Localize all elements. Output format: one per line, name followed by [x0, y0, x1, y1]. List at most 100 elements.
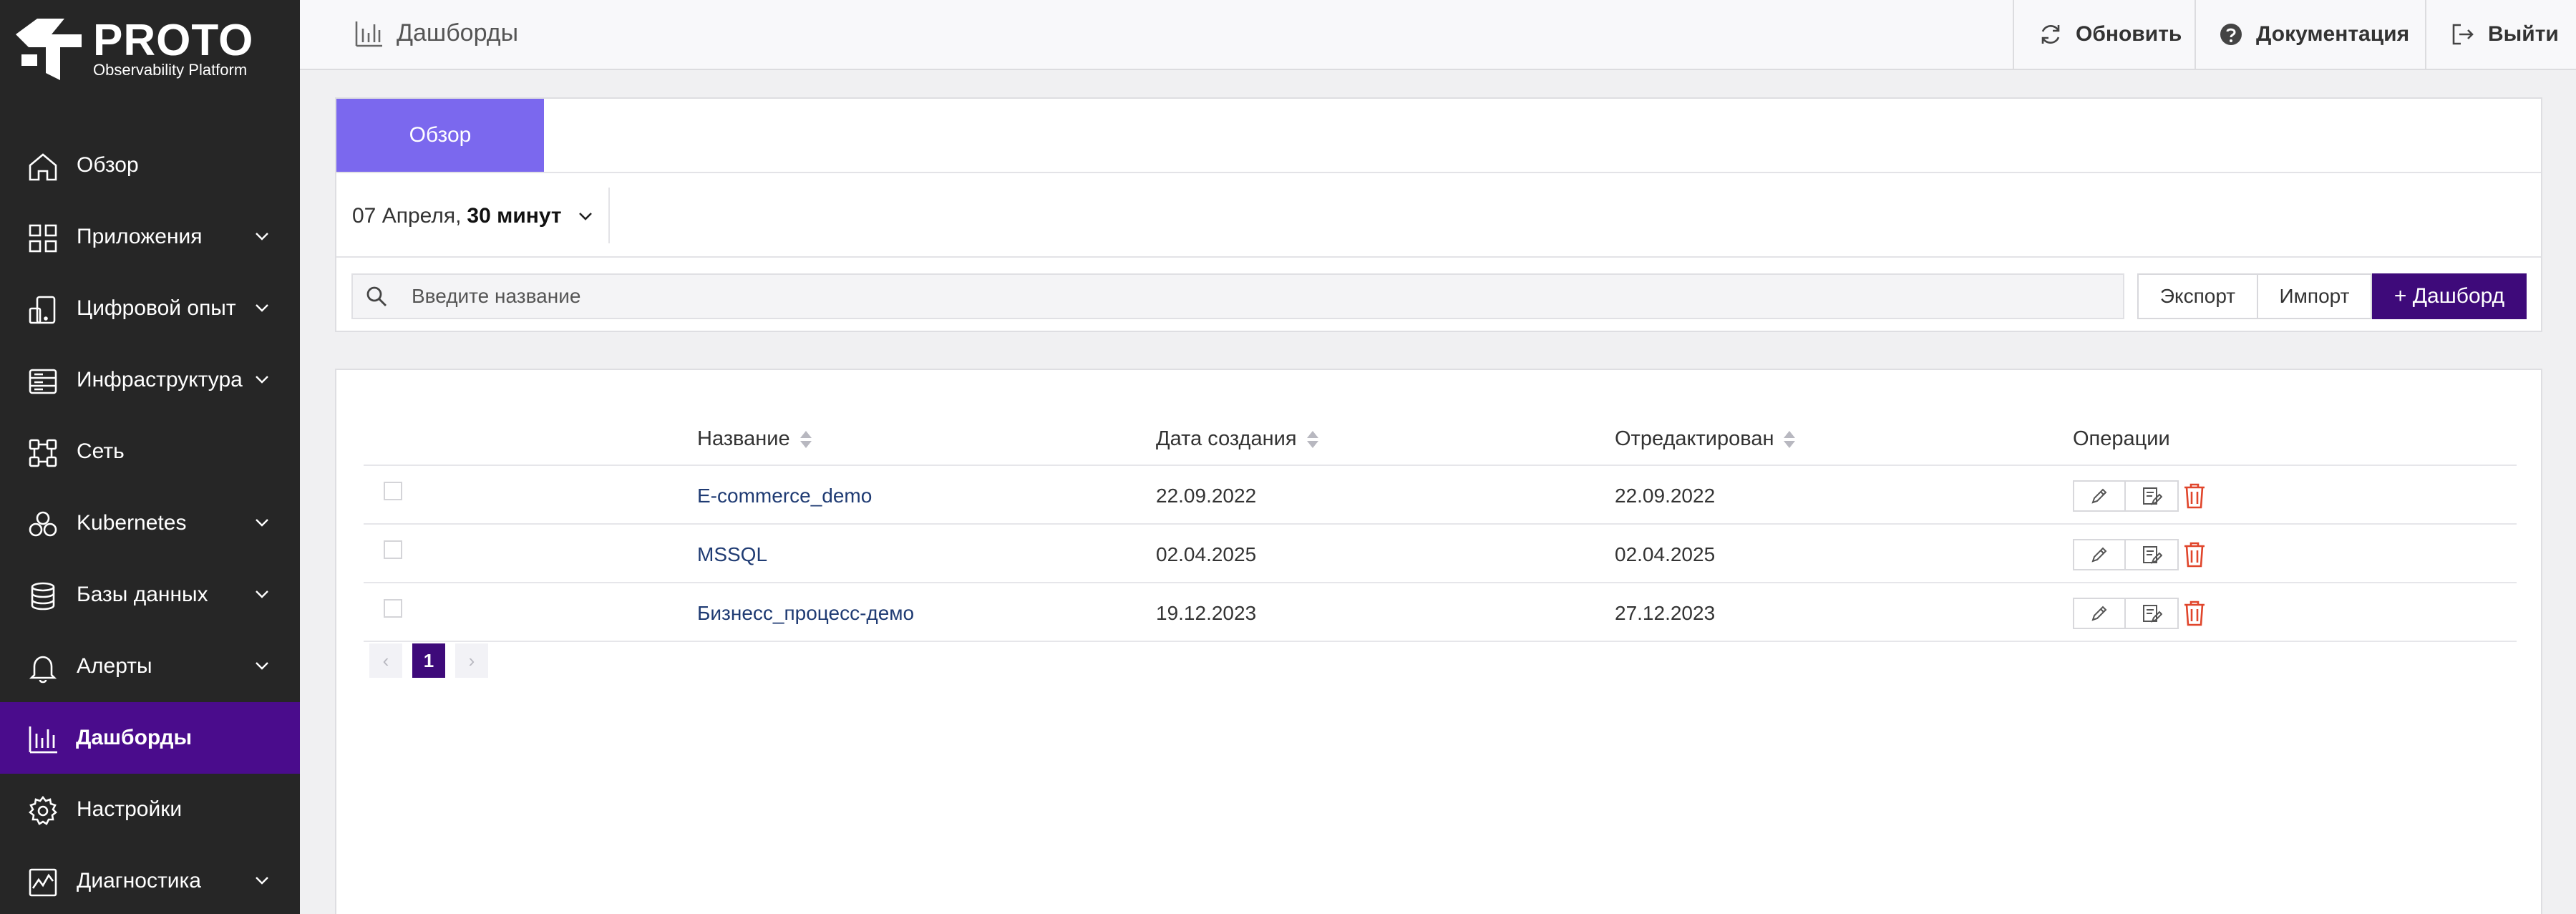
apps-grid-icon [29, 224, 57, 253]
sidebar-item-applications[interactable]: Приложения [0, 201, 300, 273]
document-edit-icon [2143, 546, 2162, 564]
next-page-button[interactable]: › [455, 643, 488, 678]
add-dashboard-button[interactable]: + Дашборд [2372, 273, 2527, 319]
sidebar-item-alerts[interactable]: Алерты [0, 631, 300, 702]
kubernetes-icon [29, 511, 57, 537]
sidebar-item-label: Базы данных [77, 583, 208, 606]
logout-button[interactable]: Выйти [2425, 0, 2576, 69]
dashboard-controls-panel: Обзор 07 Апреля, 30 минут Экспорт Импорт… [335, 97, 2542, 332]
database-icon [31, 582, 55, 611]
prev-page-button[interactable]: ‹ [369, 643, 402, 678]
sidebar-item-label: Приложения [77, 225, 203, 248]
sidebar-item-overview[interactable]: Обзор [0, 130, 300, 201]
time-range-row: 07 Апреля, 30 минут [336, 173, 2541, 258]
sort-icon[interactable] [799, 429, 812, 449]
chevron-down-icon [256, 376, 268, 384]
time-range-picker[interactable]: 07 Апреля, 30 минут [352, 200, 593, 232]
sidebar: PROTO Observability Platform Обзор Прило… [0, 0, 300, 914]
sidebar-nav: Обзор Приложения Цифровой опыт Инфрастру… [0, 130, 300, 914]
time-range-date: 07 Апреля, [352, 204, 462, 228]
sidebar-item-dashboards[interactable]: Дашборды [0, 702, 300, 774]
sidebar-item-databases[interactable]: Базы данных [0, 559, 300, 631]
edited-date: 27.12.2023 [1615, 602, 1716, 624]
bar-chart-icon [355, 21, 382, 47]
divider [608, 188, 610, 243]
edit-button[interactable] [2073, 480, 2126, 512]
refresh-label: Обновить [2076, 22, 2182, 46]
chevron-down-icon [256, 519, 268, 527]
table-row: E-commerce_demo 22.09.2022 22.09.2022 [364, 466, 2517, 525]
row-checkbox[interactable] [384, 540, 402, 559]
column-header-created[interactable]: Дата создания [1156, 427, 1318, 451]
copy-edit-button[interactable] [2126, 598, 2179, 629]
sidebar-item-network[interactable]: Сеть [0, 416, 300, 487]
delete-button[interactable] [2179, 539, 2210, 570]
dashboard-name-link[interactable]: E-commerce_demo [697, 485, 872, 507]
import-button[interactable]: Импорт [2257, 273, 2372, 319]
sidebar-item-diagnostics[interactable]: Диагностика [0, 845, 300, 914]
sidebar-item-infrastructure[interactable]: Инфраструктура [0, 344, 300, 416]
chevron-down-icon [256, 662, 268, 670]
logo[interactable]: PROTO Observability Platform [16, 19, 259, 83]
dashboard-name-link[interactable]: Бизнесс_процесс-демо [697, 602, 914, 625]
sidebar-item-label: Цифровой опыт [77, 296, 236, 320]
proto-logo-icon [16, 19, 82, 80]
pagination: ‹ 1 › [369, 643, 498, 678]
sidebar-item-label: Сеть [77, 439, 125, 463]
delete-button[interactable] [2179, 598, 2210, 629]
home-icon [29, 153, 57, 181]
table-row: MSSQL 02.04.2025 02.04.2025 [364, 525, 2517, 583]
row-operations [2073, 598, 2210, 629]
tab-overview[interactable]: Обзор [336, 99, 544, 172]
delete-button[interactable] [2179, 480, 2210, 512]
sort-icon[interactable] [1306, 429, 1318, 449]
sidebar-item-label: Инфраструктура [77, 368, 243, 392]
pencil-icon [2091, 606, 2107, 621]
row-operations [2073, 539, 2210, 570]
edited-date: 22.09.2022 [1615, 485, 1716, 507]
search-input[interactable] [412, 285, 2058, 308]
help-circle-icon [2220, 24, 2242, 45]
search-field[interactable] [351, 273, 2124, 319]
column-header-edited[interactable]: Отредактирован [1615, 427, 1796, 451]
row-checkbox[interactable] [384, 599, 402, 618]
document-edit-icon [2143, 605, 2162, 623]
column-header-label: Отредактирован [1615, 427, 1774, 450]
page-number-current[interactable]: 1 [412, 643, 445, 678]
copy-edit-button[interactable] [2126, 480, 2179, 512]
sidebar-item-label: Алерты [77, 654, 152, 678]
dashboard-name-link[interactable]: MSSQL [697, 543, 767, 566]
column-header-name[interactable]: Название [697, 427, 812, 451]
document-edit-icon [2143, 487, 2162, 505]
refresh-icon [2041, 24, 2060, 44]
column-header-operations: Операции [2073, 427, 2170, 451]
edited-date: 02.04.2025 [1615, 543, 1716, 565]
pencil-icon [2091, 547, 2107, 563]
documentation-button[interactable]: Документация [2195, 0, 2425, 69]
sidebar-item-kubernetes[interactable]: Kubernetes [0, 487, 300, 559]
table-row: Бизнесс_процесс-демо 19.12.2023 27.12.20… [364, 583, 2517, 642]
chevron-down-icon [578, 213, 592, 220]
pencil-icon [2091, 488, 2107, 504]
sidebar-item-digital-experience[interactable]: Цифровой опыт [0, 273, 300, 344]
server-icon [29, 369, 57, 394]
table-header: Название Дата создания Отредактирован Оп… [364, 406, 2517, 466]
sidebar-item-label: Диагностика [77, 869, 201, 893]
column-header-label: Дата создания [1156, 427, 1297, 450]
edit-button[interactable] [2073, 598, 2126, 629]
sidebar-item-settings[interactable]: Настройки [0, 774, 300, 845]
sort-icon[interactable] [1784, 429, 1796, 449]
edit-button[interactable] [2073, 539, 2126, 570]
created-date: 22.09.2022 [1156, 485, 1257, 507]
trash-icon [2184, 542, 2205, 568]
time-range-duration: 30 минут [467, 204, 562, 228]
page-title: Дашборды [397, 19, 518, 47]
sidebar-item-label: Настройки [77, 797, 183, 821]
refresh-button[interactable]: Обновить [2013, 0, 2195, 69]
bell-icon [29, 656, 57, 684]
search-icon [366, 286, 387, 306]
copy-edit-button[interactable] [2126, 539, 2179, 570]
row-checkbox[interactable] [384, 482, 402, 500]
export-button[interactable]: Экспорт [2137, 273, 2258, 319]
dashboards-table: Название Дата создания Отредактирован Оп… [364, 406, 2517, 642]
